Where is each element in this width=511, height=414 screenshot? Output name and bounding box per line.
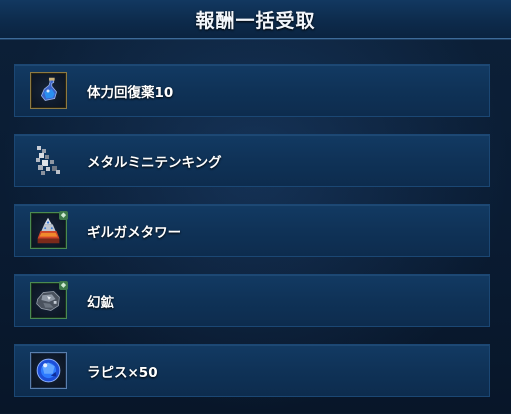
reward-item-potion[interactable]: 体力回復薬10 — [14, 64, 490, 117]
reward-item-metal-king[interactable]: メタルミニテンキング — [14, 134, 490, 187]
reward-item-ore[interactable]: ◆ 幻鉱 — [14, 274, 490, 327]
reward-panel: 報酬一括受取 体力回復薬10 メタルミニテンキング ◆ ギルガメタワー ◆ 幻鉱… — [0, 0, 511, 413]
new-badge-icon: ◆ — [59, 211, 68, 220]
reward-item-name: ギルガメタワー — [87, 225, 182, 241]
reward-list: 体力回復薬10 メタルミニテンキング ◆ ギルガメタワー ◆ 幻鉱 ラピス×50 — [14, 64, 490, 414]
reward-item-gilgame-tower[interactable]: ◆ ギルガメタワー — [14, 204, 490, 257]
reward-item-lapis[interactable]: ラピス×50 — [14, 344, 490, 397]
reward-item-name: 体力回復薬10 — [87, 85, 174, 101]
reward-item-name: メタルミニテンキング — [87, 155, 222, 171]
ore-icon: ◆ — [30, 281, 68, 319]
lapis-icon — [30, 352, 67, 389]
potion-icon — [30, 72, 67, 109]
new-badge-icon: ◆ — [59, 281, 68, 290]
metal-king-icon — [30, 142, 67, 179]
reward-item-name: 幻鉱 — [87, 295, 114, 311]
reward-item-name: ラピス×50 — [87, 365, 158, 381]
page-title: 報酬一括受取 — [195, 10, 316, 32]
gilgame-tower-icon: ◆ — [30, 211, 68, 249]
header-bar: 報酬一括受取 — [0, 0, 511, 39]
